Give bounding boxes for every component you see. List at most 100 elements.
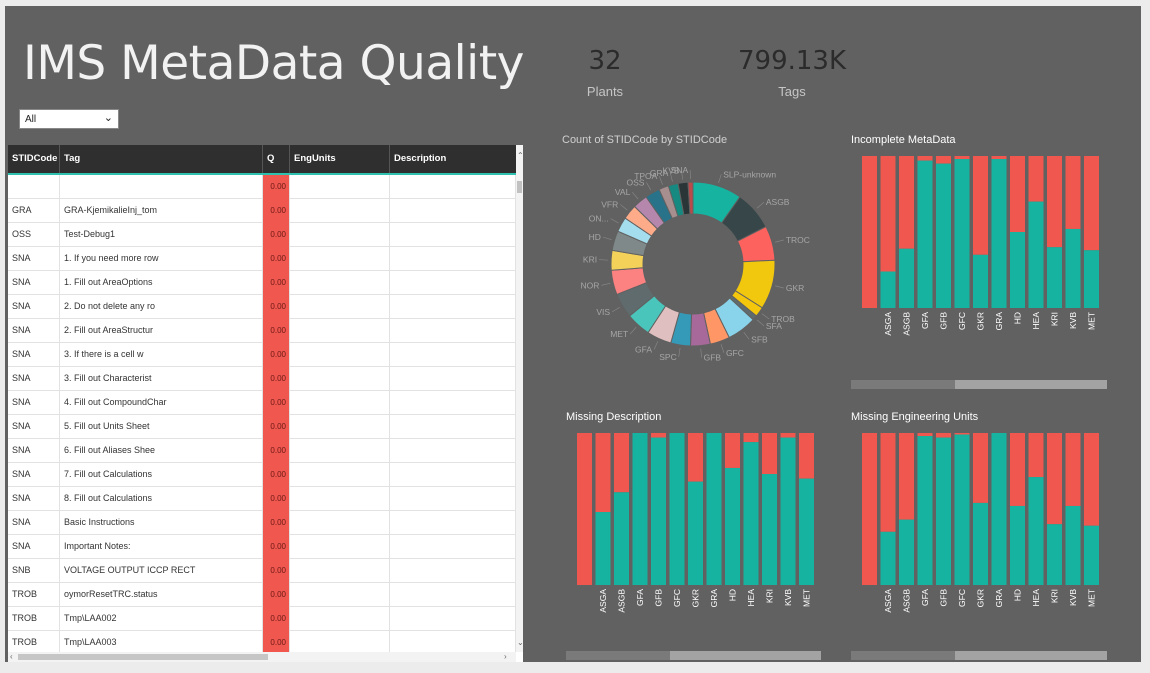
bar-segment-complete[interactable] — [799, 478, 814, 585]
bar-segment-missing[interactable] — [743, 433, 759, 443]
bar-segment-missing[interactable] — [862, 433, 877, 585]
bar-segment-complete[interactable] — [991, 159, 1007, 308]
bar-segment-missing[interactable] — [973, 433, 988, 503]
table-row[interactable]: SNA 2. Do not delete any ro 0.00 — [8, 295, 516, 319]
scroll-up-icon[interactable]: ⌃ — [517, 152, 524, 160]
table-row[interactable]: SNA Basic Instructions 0.00 — [8, 511, 516, 535]
bar-segment-missing[interactable] — [880, 156, 896, 272]
bar-segment-missing[interactable] — [780, 433, 796, 438]
bar-segment-complete[interactable] — [725, 467, 740, 585]
bar-segment-complete[interactable] — [1010, 505, 1025, 585]
bar-segment-complete[interactable] — [688, 481, 703, 585]
bar-segment-missing[interactable] — [1047, 433, 1062, 525]
incomplete-chart-scrollbar-thumb[interactable] — [851, 380, 955, 389]
bar-segment-complete[interactable] — [762, 474, 777, 585]
scrollbar-thumb[interactable] — [517, 181, 522, 193]
bar-segment-complete[interactable] — [936, 437, 951, 585]
bar-segment-missing[interactable] — [991, 156, 1007, 160]
incomplete-metadata-chart[interactable]: ASGA ASGB GFA GFB GFC GKR GRA HD HEA KRI KVB MET — [850, 154, 1115, 339]
scroll-down-icon[interactable]: ⌄ — [517, 639, 524, 647]
bar-segment-missing[interactable] — [1065, 156, 1081, 229]
table-row[interactable]: TROB oymorResetTRC.status 0.00 — [8, 583, 516, 607]
column-header-q[interactable]: Q — [263, 145, 290, 174]
bar-segment-complete[interactable] — [780, 437, 796, 585]
bar-segment-missing[interactable] — [577, 433, 592, 585]
table-row[interactable]: SNB VOLTAGE OUTPUT ICCP RECT 0.00 — [8, 559, 516, 583]
column-header-engunits[interactable]: EngUnits — [290, 145, 390, 174]
table-row[interactable]: SNA Important Notes: 0.00 — [8, 535, 516, 559]
bar-segment-complete[interactable] — [743, 442, 759, 585]
bar-segment-missing[interactable] — [917, 433, 933, 437]
bar-segment-complete[interactable] — [1047, 524, 1062, 585]
table-row[interactable]: TROB Tmp\LAA002 0.00 — [8, 607, 516, 631]
plant-filter-dropdown[interactable]: All ⌄ — [19, 109, 119, 129]
bar-segment-missing[interactable] — [1010, 433, 1025, 506]
table-row[interactable]: SNA 4. Fill out CompoundChar 0.00 — [8, 391, 516, 415]
bar-segment-missing[interactable] — [651, 433, 666, 438]
bar-segment-missing[interactable] — [799, 433, 814, 479]
bar-segment-complete[interactable] — [1028, 477, 1044, 585]
missing-description-chart[interactable]: ASGA ASGB GFA GFB GFC GKR GRA HD HEA KRI KVB MET — [565, 431, 830, 616]
bar-segment-missing[interactable] — [880, 433, 896, 532]
table-row[interactable]: 0.00 — [8, 175, 516, 199]
table-row[interactable]: SNA 3. If there is a cell w 0.00 — [8, 343, 516, 367]
bar-segment-missing[interactable] — [614, 433, 629, 493]
table-row[interactable]: SNA 5. Fill out Units Sheet 0.00 — [8, 415, 516, 439]
description-chart-scrollbar-thumb[interactable] — [566, 651, 670, 660]
bar-segment-complete[interactable] — [1084, 525, 1099, 585]
table-row[interactable]: SNA 3. Fill out Characterist 0.00 — [8, 367, 516, 391]
bar-segment-complete[interactable] — [880, 531, 896, 585]
bar-segment-missing[interactable] — [1084, 156, 1099, 251]
bar-segment-missing[interactable] — [917, 156, 933, 161]
missing-engunits-chart[interactable]: ASGA ASGB GFA GFB GFC GKR GRA HD HEA KRI KVB MET — [850, 431, 1115, 616]
table-row[interactable]: SNA 8. Fill out Calculations 0.00 — [8, 487, 516, 511]
table-row[interactable]: SNA 6. Fill out Aliases Shee 0.00 — [8, 439, 516, 463]
bar-segment-complete[interactable] — [1065, 228, 1081, 308]
bar-segment-complete[interactable] — [1010, 232, 1025, 308]
bar-segment-complete[interactable] — [1047, 247, 1062, 308]
bar-segment-missing[interactable] — [1010, 156, 1025, 232]
bar-segment-complete[interactable] — [899, 519, 914, 585]
bar-segment-complete[interactable] — [614, 492, 629, 585]
bar-segment-complete[interactable] — [936, 163, 951, 308]
bar-segment-missing[interactable] — [595, 433, 611, 513]
table-row[interactable]: SNA 1. If you need more row 0.00 — [8, 247, 516, 271]
bar-segment-missing[interactable] — [899, 433, 914, 520]
bar-segment-complete[interactable] — [917, 436, 933, 585]
bar-segment-missing[interactable] — [936, 156, 951, 164]
column-header-description[interactable]: Description — [390, 145, 516, 174]
column-header-tag[interactable]: Tag — [60, 145, 263, 174]
bar-segment-complete[interactable] — [880, 271, 896, 308]
bar-segment-complete[interactable] — [917, 160, 933, 308]
bar-segment-complete[interactable] — [1028, 201, 1044, 308]
bar-segment-complete[interactable] — [706, 433, 722, 585]
bar-segment-complete[interactable] — [669, 433, 685, 585]
column-header-stidcode[interactable]: STIDCode — [8, 145, 60, 174]
scroll-right-icon[interactable]: › — [504, 653, 507, 661]
bar-segment-missing[interactable] — [688, 433, 703, 482]
bar-segment-missing[interactable] — [954, 433, 970, 435]
engunits-chart-scrollbar-thumb[interactable] — [851, 651, 955, 660]
donut-chart[interactable]: SLP-unknownASGBTROCGKRTROBSFASFBGFCGFBSP… — [553, 156, 823, 386]
bar-segment-complete[interactable] — [954, 434, 970, 585]
table-row[interactable]: OSS Test-Debug1 0.00 — [8, 223, 516, 247]
bar-segment-missing[interactable] — [1028, 433, 1044, 478]
bar-segment-missing[interactable] — [954, 156, 970, 160]
bar-segment-complete[interactable] — [973, 502, 988, 585]
bar-segment-complete[interactable] — [973, 254, 988, 308]
table-row[interactable]: TROB Tmp\LAA003 0.00 — [8, 631, 516, 652]
bar-segment-missing[interactable] — [862, 156, 877, 308]
bar-segment-missing[interactable] — [1065, 433, 1081, 506]
bar-segment-missing[interactable] — [936, 433, 951, 438]
bar-segment-complete[interactable] — [1084, 250, 1099, 308]
scrollbar-thumb[interactable] — [18, 654, 268, 660]
table-row[interactable]: SNA 2. Fill out AreaStructur 0.00 — [8, 319, 516, 343]
bar-segment-missing[interactable] — [762, 433, 777, 475]
bar-segment-complete[interactable] — [899, 248, 914, 308]
bar-segment-missing[interactable] — [1028, 156, 1044, 202]
bar-segment-missing[interactable] — [725, 433, 740, 468]
bar-segment-complete[interactable] — [651, 437, 666, 585]
bar-segment-complete[interactable] — [1065, 505, 1081, 585]
bar-segment-complete[interactable] — [991, 433, 1007, 585]
table-horizontal-scrollbar[interactable]: ‹ › — [8, 652, 516, 662]
